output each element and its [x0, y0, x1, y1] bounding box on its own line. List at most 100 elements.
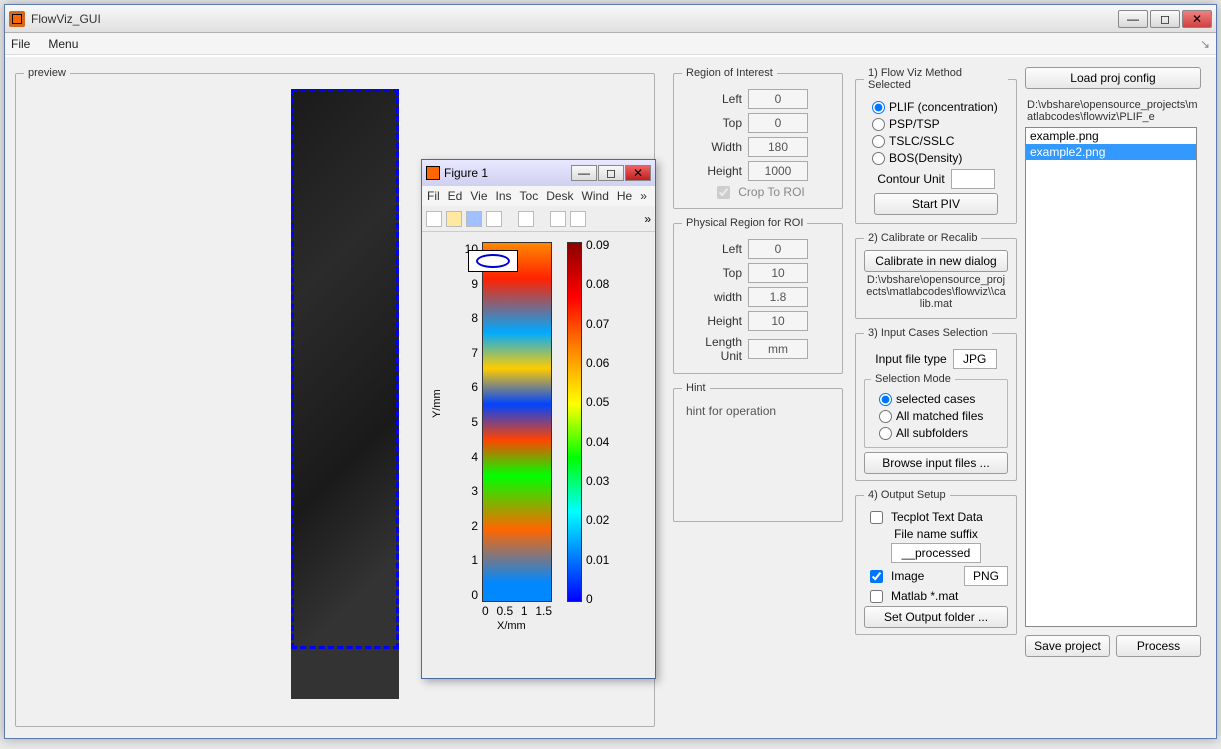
- figure-menubar: Fil Ed Vie Ins Toc Desk Wind He »: [422, 186, 655, 206]
- figure-menu-item[interactable]: He: [614, 189, 635, 203]
- figure-menu-item[interactable]: Fil: [424, 189, 443, 203]
- hint-panel: Hint hint for operation: [673, 382, 843, 522]
- titlebar[interactable]: FlowViz_GUI — ◻ ✕: [5, 5, 1216, 33]
- proj-path: D:\vbshare\opensource_projects\matlabcod…: [1025, 97, 1201, 127]
- x-axis-label: X/mm: [497, 620, 526, 632]
- phys-height-input[interactable]: 10: [748, 311, 808, 331]
- menu-menu[interactable]: Menu: [48, 37, 78, 51]
- figure-close-button[interactable]: ✕: [625, 165, 651, 181]
- save-icon[interactable]: [466, 211, 482, 227]
- phys-width-input[interactable]: 1.8: [748, 287, 808, 307]
- suffix-input[interactable]: [891, 543, 981, 563]
- menu-expand-icon[interactable]: ↘: [1200, 37, 1210, 51]
- figure-icon: [426, 166, 440, 180]
- input-cases-panel: 3) Input Cases Selection Input file type…: [855, 327, 1017, 481]
- matlab-checkbox[interactable]: [870, 590, 883, 603]
- figure-axes[interactable]: 109876543210 00.511.5 Y/mm X/mm 0.090.08…: [422, 232, 655, 672]
- calibrate-button[interactable]: Calibrate in new dialog: [864, 250, 1008, 272]
- image-checkbox[interactable]: [870, 570, 883, 583]
- tecplot-checkbox[interactable]: [870, 511, 883, 524]
- roi-height-input[interactable]: 1000: [748, 161, 808, 181]
- figure-minimize-button[interactable]: —: [571, 165, 597, 181]
- contour-unit-input[interactable]: [951, 169, 995, 189]
- open-icon[interactable]: [446, 211, 462, 227]
- hint-text: hint for operation: [682, 400, 834, 422]
- figure-window[interactable]: Figure 1 — ◻ ✕ Fil Ed Vie Ins Toc Desk: [421, 159, 656, 679]
- app-icon: [9, 11, 25, 27]
- close-button[interactable]: ✕: [1182, 10, 1212, 28]
- roi-panel: Region of Interest Left0 Top0 Width180 H…: [673, 67, 843, 209]
- figure-menu-chevron-icon[interactable]: »: [637, 189, 650, 203]
- figure-title: Figure 1: [444, 166, 571, 180]
- crop-to-roi-checkbox[interactable]: [717, 186, 730, 199]
- roi-selection-box[interactable]: [291, 89, 399, 649]
- roi-left-input[interactable]: 0: [748, 89, 808, 109]
- calibrate-panel: 2) Calibrate or Recalib Calibrate in new…: [855, 232, 1017, 319]
- figure-menu-item[interactable]: Toc: [517, 189, 542, 203]
- hint-legend: Hint: [682, 382, 710, 394]
- calib-legend: 2) Calibrate or Recalib: [864, 232, 981, 244]
- radio-tslc[interactable]: [872, 135, 885, 148]
- filetype-input[interactable]: [953, 349, 997, 369]
- roi-top-input[interactable]: 0: [748, 113, 808, 133]
- menu-file[interactable]: File: [11, 37, 30, 51]
- list-item[interactable]: example2.png: [1026, 144, 1196, 160]
- figure-menu-item[interactable]: Wind: [579, 189, 612, 203]
- method-legend: 1) Flow Viz Method Selected: [864, 67, 1008, 91]
- toolbar-chevron-icon[interactable]: »: [644, 212, 651, 226]
- save-project-button[interactable]: Save project: [1025, 635, 1110, 657]
- preview-panel: preview Figure 1 — ◻ ✕ Fi: [15, 67, 655, 727]
- plot-legend-box[interactable]: [468, 250, 518, 272]
- phys-unit-input[interactable]: mm: [748, 339, 808, 359]
- y-axis-label: Y/mm: [431, 389, 443, 418]
- window-title: FlowViz_GUI: [31, 12, 1118, 26]
- zoom-icon[interactable]: [550, 211, 566, 227]
- content-area: preview Figure 1 — ◻ ✕ Fi: [5, 57, 1216, 738]
- figure-menu-item[interactable]: Ed: [445, 189, 466, 203]
- figure-menu-item[interactable]: Vie: [467, 189, 490, 203]
- colorbar: [567, 242, 582, 602]
- load-proj-button[interactable]: Load proj config: [1025, 67, 1201, 89]
- figure-maximize-button[interactable]: ◻: [598, 165, 624, 181]
- output-panel: 4) Output Setup Tecplot Text Data File n…: [855, 489, 1017, 635]
- roi-legend: Region of Interest: [682, 67, 777, 79]
- browse-input-button[interactable]: Browse input files ...: [864, 452, 1008, 474]
- print-icon[interactable]: [486, 211, 502, 227]
- menubar: File Menu ↘: [5, 33, 1216, 55]
- radio-bos[interactable]: [872, 152, 885, 165]
- colorbar-ticks: 0.090.080.070.060.050.040.030.020.010: [586, 238, 609, 606]
- preview-legend: preview: [24, 67, 70, 79]
- method-panel: 1) Flow Viz Method Selected PLIF (concen…: [855, 67, 1017, 224]
- figure-menu-item[interactable]: Desk: [543, 189, 576, 203]
- radio-all-subfolders[interactable]: [879, 427, 892, 440]
- start-piv-button[interactable]: Start PIV: [874, 193, 998, 215]
- y-tick-labels: 109876543210: [460, 242, 478, 602]
- physical-roi-panel: Physical Region for ROI Left0 Top10 widt…: [673, 217, 843, 374]
- calib-path: D:\vbshare\opensource_projects\matlabcod…: [864, 272, 1008, 312]
- new-icon[interactable]: [426, 211, 442, 227]
- heatmap-plot: [482, 242, 552, 602]
- figure-toolbar: »: [422, 206, 655, 232]
- x-tick-labels: 00.511.5: [482, 604, 552, 618]
- process-button[interactable]: Process: [1116, 635, 1201, 657]
- image-format-input[interactable]: [964, 566, 1008, 586]
- radio-selected-cases[interactable]: [879, 393, 892, 406]
- selection-mode-panel: Selection Mode selected cases All matche…: [864, 373, 1008, 448]
- phys-top-input[interactable]: 10: [748, 263, 808, 283]
- radio-psp[interactable]: [872, 118, 885, 131]
- radio-plif[interactable]: [872, 101, 885, 114]
- roi-width-input[interactable]: 180: [748, 137, 808, 157]
- file-list[interactable]: example.png example2.png: [1025, 127, 1197, 627]
- radio-all-matched[interactable]: [879, 410, 892, 423]
- minimize-button[interactable]: —: [1118, 10, 1148, 28]
- figure-menu-item[interactable]: Ins: [493, 189, 515, 203]
- phys-left-input[interactable]: 0: [748, 239, 808, 259]
- figure-titlebar[interactable]: Figure 1 — ◻ ✕: [422, 160, 655, 186]
- pointer-icon[interactable]: [518, 211, 534, 227]
- set-output-folder-button[interactable]: Set Output folder ...: [864, 606, 1008, 628]
- phys-legend: Physical Region for ROI: [682, 217, 807, 229]
- brush-icon[interactable]: [570, 211, 586, 227]
- maximize-button[interactable]: ◻: [1150, 10, 1180, 28]
- list-item[interactable]: example.png: [1026, 128, 1196, 144]
- input-legend: 3) Input Cases Selection: [864, 327, 992, 339]
